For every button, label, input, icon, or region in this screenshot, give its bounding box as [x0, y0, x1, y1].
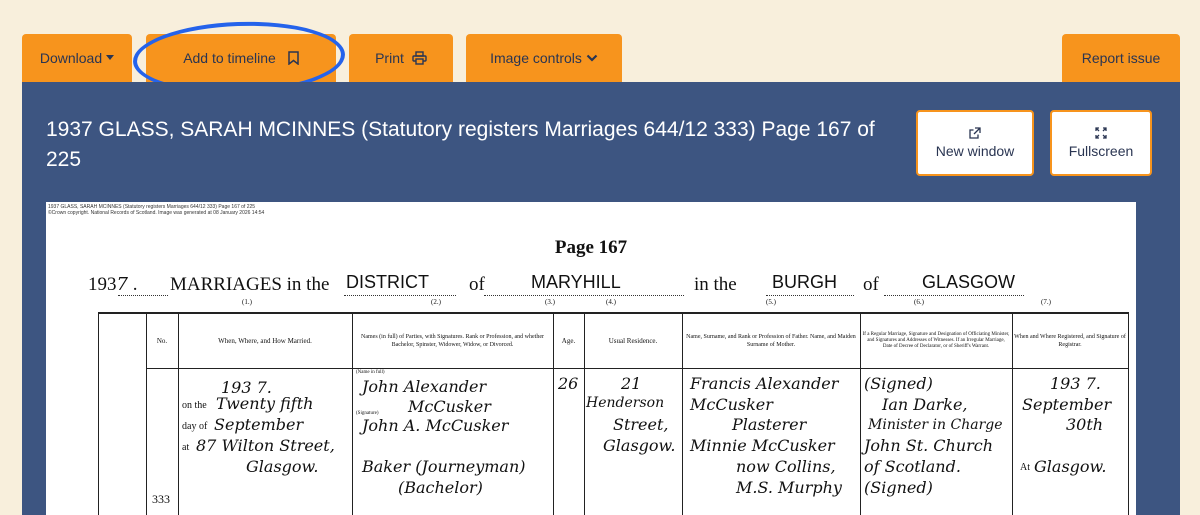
new-window-button[interactable]: New window	[916, 110, 1034, 176]
heading-in-the: in the	[694, 274, 737, 295]
print-label: Print	[375, 50, 404, 66]
image-controls-button[interactable]: Image controls	[466, 34, 622, 82]
caret-down-icon	[106, 55, 115, 60]
heading-district: DISTRICT	[346, 272, 429, 292]
district-name: MARYHILL	[531, 272, 621, 292]
heading-marriages: MARRIAGES in the	[170, 274, 330, 295]
header-when-where: When, Where, and How Married.	[218, 337, 312, 345]
header-minister: If a Regular Marriage, Signature and Des…	[862, 332, 1010, 349]
download-label: Download	[39, 50, 103, 66]
register-page-image[interactable]: 1937 GLASS, SARAH MCINNES (Statutory reg…	[46, 202, 1136, 515]
add-to-timeline-label: Add to timeline	[183, 50, 276, 66]
fullscreen-label: Fullscreen	[1068, 143, 1134, 159]
entry-number: 333	[152, 492, 170, 506]
image-controls-label: Image controls	[490, 50, 582, 66]
printer-icon	[412, 51, 427, 65]
chevron-down-icon	[586, 54, 598, 62]
new-window-label: New window	[935, 143, 1015, 159]
header-no: No.	[156, 337, 168, 345]
expand-icon	[1095, 127, 1107, 139]
report-issue-label: Report issue	[1081, 50, 1161, 66]
heading-of: of	[469, 274, 485, 295]
report-issue-button[interactable]: Report issue	[1062, 34, 1180, 82]
header-registered: When and Where Registered, and Signature…	[1014, 334, 1126, 348]
header-father-mother: Name, Surname, and Rank or Profession of…	[686, 334, 856, 348]
copyright-notice: 1937 GLASS, SARAH MCINNES (Statutory reg…	[48, 204, 265, 216]
external-link-icon	[969, 127, 981, 139]
header-age: Age.	[561, 337, 576, 345]
viewer-title: 1937 GLASS, SARAH MCINNES (Statutory reg…	[46, 118, 875, 171]
download-button[interactable]: Download	[22, 34, 132, 82]
image-viewer-panel: 1937 GLASS, SARAH MCINNES (Statutory reg…	[22, 82, 1180, 515]
heading-burgh: BURGH	[772, 272, 838, 292]
toolbar: Download Add to timeline Print Image con…	[0, 0, 1200, 98]
burgh-name: GLASGOW	[922, 272, 1016, 292]
page-number-label: Page 167	[554, 237, 628, 258]
add-to-timeline-button[interactable]: Add to timeline	[146, 34, 336, 82]
header-names: Names (in full) of Parties, with Signatu…	[361, 334, 544, 348]
bookmark-icon	[288, 51, 299, 65]
header-residence: Usual Residence.	[608, 337, 658, 345]
heading-of-2: of	[863, 274, 879, 295]
print-button[interactable]: Print	[349, 34, 453, 82]
fullscreen-button[interactable]: Fullscreen	[1050, 110, 1152, 176]
register-year: 1937 .	[88, 274, 138, 295]
